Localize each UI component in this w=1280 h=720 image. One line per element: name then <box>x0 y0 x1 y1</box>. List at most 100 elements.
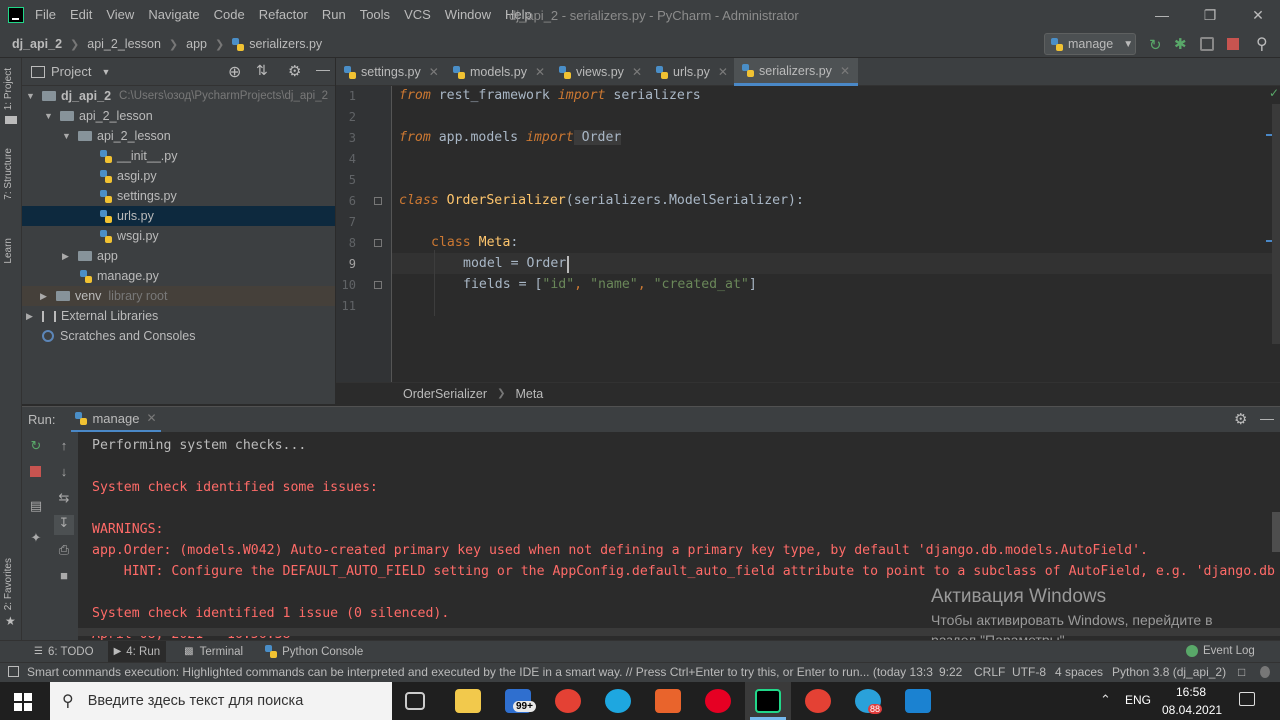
editor-scrollbar[interactable] <box>1272 104 1280 344</box>
soft-wrap-icon[interactable]: ⇆ <box>56 490 72 506</box>
rerun-icon[interactable]: ↻ <box>1149 36 1162 54</box>
clock-time[interactable]: 16:58 <box>1176 685 1206 699</box>
close-window-button[interactable]: ✕ <box>1248 5 1268 25</box>
file-explorer-icon[interactable] <box>455 689 481 713</box>
stripe-learn-tab[interactable]: Learn <box>3 238 14 264</box>
stop-icon[interactable] <box>28 464 44 480</box>
task-view-icon[interactable] <box>405 692 425 710</box>
menu-refactor[interactable]: Refactor <box>252 7 315 22</box>
breadcrumb-package[interactable]: api_2_lesson <box>87 37 161 51</box>
tab-views[interactable]: views.py ✕ <box>551 58 650 86</box>
stripe-favorites-tab[interactable]: 2: Favorites <box>3 558 14 610</box>
chrome-profile-icon[interactable] <box>805 689 831 713</box>
arrow-down-icon[interactable]: ↓ <box>56 464 72 480</box>
run-console-output[interactable]: Performing system checks... System check… <box>78 432 1280 640</box>
fold-marker-icon[interactable] <box>374 197 382 205</box>
status-message[interactable]: Smart commands execution: Highlighted co… <box>27 665 933 679</box>
tree-item-selected[interactable]: urls.py <box>100 206 154 226</box>
tree-item[interactable]: ▶ External Libraries <box>26 306 158 326</box>
gear-icon[interactable]: ⚙ <box>1234 410 1247 428</box>
menu-vcs[interactable]: VCS <box>397 7 438 22</box>
line-separator[interactable]: CRLF <box>974 665 1005 679</box>
tab-serializers[interactable]: serializers.py ✕ <box>734 58 858 86</box>
close-icon[interactable]: ✕ <box>718 65 728 79</box>
debug-bug-icon[interactable]: ✱ <box>1174 35 1187 53</box>
caret-position[interactable]: 9:22 <box>939 665 962 679</box>
close-icon[interactable]: ✕ <box>632 65 642 79</box>
gear-icon[interactable]: ⚙ <box>288 62 301 80</box>
tree-item[interactable]: ▼ api_2_lesson <box>62 126 171 146</box>
tree-item[interactable]: ▼ api_2_lesson <box>44 106 153 126</box>
close-icon[interactable]: ✕ <box>146 411 156 425</box>
trash-icon[interactable]: ■ <box>56 568 72 584</box>
media-player-icon[interactable] <box>655 689 681 713</box>
layout-icon[interactable]: ▤ <box>28 498 44 514</box>
rerun-icon[interactable]: ↻ <box>28 438 44 454</box>
tree-item[interactable]: ▶ app <box>62 246 118 266</box>
console-v-scrollbar[interactable] <box>1272 512 1280 552</box>
pin-icon[interactable]: ✦ <box>28 530 44 546</box>
run-tab-manage[interactable]: manage ✕ <box>71 407 161 433</box>
breadcrumb-project[interactable]: dj_api_2 <box>12 37 62 51</box>
tree-item[interactable]: Scratches and Consoles <box>42 326 196 346</box>
close-icon[interactable]: ✕ <box>840 64 850 78</box>
edge-icon[interactable] <box>605 689 631 713</box>
fold-marker-icon[interactable] <box>374 281 382 289</box>
minimize-button[interactable]: — <box>1152 5 1172 25</box>
arrow-up-icon[interactable]: ↑ <box>56 438 72 454</box>
clock-date[interactable]: 08.04.2021 <box>1162 703 1222 717</box>
menu-code[interactable]: Code <box>207 7 252 22</box>
tree-item[interactable]: ▶ venv library root <box>40 286 167 306</box>
crumb-meta[interactable]: Meta <box>515 387 543 401</box>
status-icon[interactable] <box>8 666 19 677</box>
tree-item[interactable]: manage.py <box>80 266 159 286</box>
chrome-icon[interactable] <box>555 689 581 713</box>
console-h-scrollbar[interactable] <box>78 628 1280 636</box>
todo-tab[interactable]: ☰ 6: TODO <box>34 646 94 658</box>
print-icon[interactable]: ⎙ <box>56 542 72 558</box>
project-panel-title[interactable]: Project <box>51 64 91 79</box>
menu-run[interactable]: Run <box>315 7 353 22</box>
run-config-select[interactable]: manage ▼ <box>1044 33 1136 55</box>
pycharm-icon[interactable] <box>755 689 781 713</box>
menu-view[interactable]: View <box>99 7 141 22</box>
close-icon[interactable]: ✕ <box>535 65 545 79</box>
scroll-to-end-icon[interactable]: ↧ <box>54 515 74 535</box>
run-tool-tab[interactable]: ▶ 4: Run <box>107 640 167 663</box>
crumb-class[interactable]: OrderSerializer <box>403 387 487 401</box>
taskbar-search-box[interactable]: ⚲ Введите здесь текст для поиска <box>50 682 392 720</box>
tree-item[interactable]: wsgi.py <box>100 226 159 246</box>
hide-panel-icon[interactable]: — <box>1260 410 1274 426</box>
chevron-up-icon[interactable]: ⌃ <box>1100 692 1111 708</box>
chevron-down-icon[interactable]: ▼ <box>101 67 110 77</box>
tab-urls[interactable]: urls.py ✕ <box>648 58 736 86</box>
search-icon[interactable]: ⚲ <box>1256 34 1268 54</box>
user-icon[interactable] <box>1260 666 1270 678</box>
event-log-tab[interactable]: Event Log <box>1186 645 1255 657</box>
menu-window[interactable]: Window <box>438 7 498 22</box>
file-encoding[interactable]: UTF-8 <box>1012 665 1046 679</box>
menu-tools[interactable]: Tools <box>353 7 397 22</box>
maximize-button[interactable]: ❐ <box>1200 5 1220 25</box>
tab-models[interactable]: models.py ✕ <box>445 58 553 86</box>
indent-setting[interactable]: 4 spaces <box>1055 665 1103 679</box>
pinterest-icon[interactable] <box>705 689 731 713</box>
menu-edit[interactable]: Edit <box>63 7 99 22</box>
python-console-tab[interactable]: Python Console <box>265 645 363 658</box>
tab-settings[interactable]: settings.py ✕ <box>336 58 447 86</box>
windows-start-icon[interactable] <box>14 693 32 711</box>
tree-item[interactable]: settings.py <box>100 186 177 206</box>
stripe-project-tab[interactable]: 1: Project <box>3 68 14 110</box>
stripe-structure-tab[interactable]: 7: Structure <box>3 148 14 200</box>
vscode-icon[interactable] <box>905 689 931 713</box>
fold-marker-icon[interactable] <box>374 239 382 247</box>
collapse-all-icon[interactable]: ⇅ <box>256 62 268 79</box>
terminal-tab[interactable]: ▩ Terminal <box>184 646 243 658</box>
menu-file[interactable]: File <box>28 7 63 22</box>
tree-item[interactable]: __init__.py <box>100 146 177 166</box>
close-icon[interactable]: ✕ <box>429 65 439 79</box>
tree-item[interactable]: asgi.py <box>100 166 157 186</box>
lock-icon[interactable]: □ <box>1238 665 1245 679</box>
python-interpreter[interactable]: Python 3.8 (dj_api_2) <box>1112 665 1226 679</box>
hide-panel-icon[interactable]: — <box>316 61 330 77</box>
